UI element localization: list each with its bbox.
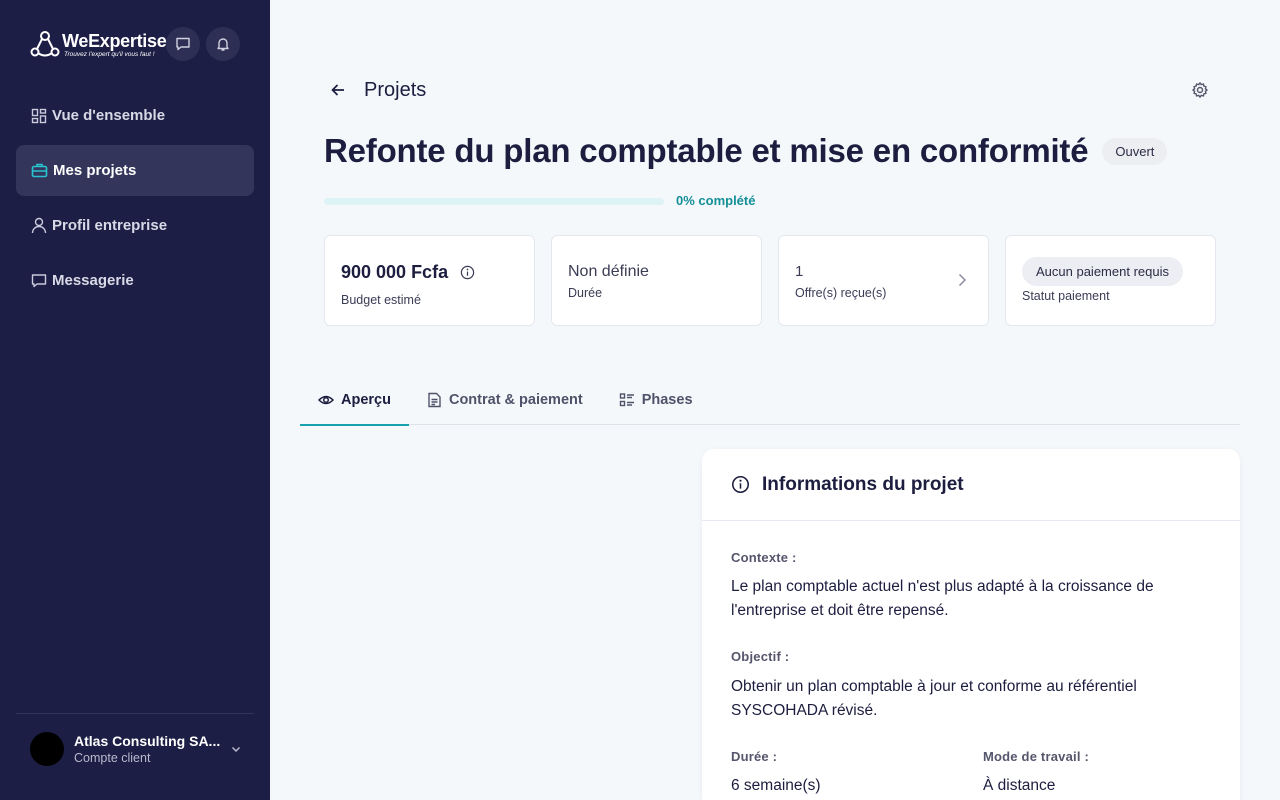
tab-label: Phases bbox=[641, 392, 693, 408]
settings-button[interactable] bbox=[1190, 80, 1210, 100]
duration-value: Non définie bbox=[568, 263, 649, 280]
page-title: Projets bbox=[364, 78, 427, 101]
offers-label: Offre(s) reçue(s) bbox=[795, 286, 887, 300]
status-badge: Ouvert bbox=[1102, 137, 1168, 165]
sidebar-item-company-profile[interactable]: Profil entreprise bbox=[16, 200, 254, 251]
tab-overview[interactable]: Aperçu bbox=[300, 375, 409, 426]
chat-icon bbox=[176, 37, 190, 51]
budget-label: Budget estimé bbox=[341, 293, 421, 307]
payment-status-badge: Aucun paiement requis bbox=[1022, 257, 1183, 286]
brand-tagline: Trouvez l'expert qu'il vous faut ! bbox=[64, 51, 155, 58]
budget-card: 900 000 Fcfa Budget estimé bbox=[324, 235, 535, 326]
gear-icon bbox=[1191, 81, 1209, 99]
back-button[interactable] bbox=[324, 76, 352, 104]
tab-label: Contrat & paiement bbox=[448, 392, 583, 408]
project-title: Refonte du plan comptable et mise en con… bbox=[324, 132, 1089, 169]
dashboard-icon bbox=[31, 108, 47, 123]
messages-button[interactable] bbox=[166, 27, 200, 61]
notifications-button[interactable] bbox=[206, 27, 240, 61]
tab-label: Aperçu bbox=[341, 392, 391, 408]
user-icon bbox=[31, 217, 47, 234]
offers-value: 1 bbox=[795, 263, 804, 280]
duration-field-value: 6 semaine(s) bbox=[731, 777, 821, 794]
project-tabs: Aperçu Contrat & paiement Phases bbox=[300, 375, 1240, 426]
account-role: Compte client bbox=[74, 750, 151, 765]
tab-phases[interactable]: Phases bbox=[601, 375, 711, 425]
context-line-1: Le plan comptable actuel n'est plus adap… bbox=[731, 578, 1154, 595]
sidebar-item-label: Profil entreprise bbox=[52, 217, 168, 234]
info-card-title: Informations du projet bbox=[762, 473, 964, 495]
stat-cards: 900 000 Fcfa Budget estimé Non définie D… bbox=[324, 235, 1232, 326]
bell-icon bbox=[217, 38, 229, 51]
checklist-icon bbox=[619, 393, 634, 407]
sidebar-item-overview[interactable]: Vue d'ensemble bbox=[16, 90, 254, 141]
payment-card: Aucun paiement requis Statut paiement bbox=[1005, 235, 1216, 326]
message-icon bbox=[31, 273, 47, 287]
work-mode-label: Mode de travail : bbox=[983, 749, 1089, 764]
context-line-2: l'entreprise et doit être repensé. bbox=[731, 602, 949, 619]
main-content: Projets Refonte du plan comptable et mis… bbox=[270, 0, 1280, 800]
sidebar-item-label: Messagerie bbox=[52, 272, 134, 289]
info-card-header: Informations du projet bbox=[702, 449, 1240, 521]
budget-value: 900 000 Fcfa bbox=[341, 262, 449, 282]
arrow-left-icon bbox=[331, 84, 344, 96]
duration-card: Non définie Durée bbox=[551, 235, 762, 326]
avatar bbox=[30, 731, 64, 766]
info-icon[interactable] bbox=[460, 265, 475, 280]
duration-field-label: Durée : bbox=[731, 749, 778, 764]
sidebar-item-messaging[interactable]: Messagerie bbox=[16, 255, 254, 306]
eye-icon bbox=[318, 395, 334, 405]
sidebar-nav: Vue d'ensemble Mes projets Profil entrep… bbox=[16, 90, 254, 310]
progress-label: 0% complété bbox=[676, 193, 756, 208]
sidebar-item-label: Vue d'ensemble bbox=[52, 107, 166, 124]
project-info-card: Informations du projet Contexte : Le pla… bbox=[702, 449, 1240, 800]
project-title-row: Refonte du plan comptable et mise en con… bbox=[324, 132, 1168, 170]
document-icon bbox=[428, 392, 441, 408]
sidebar: WeExpertise Trouvez l'expert qu'il vous … bbox=[0, 0, 270, 800]
chevron-down-icon bbox=[231, 746, 241, 752]
page-header: Projets bbox=[324, 76, 426, 104]
sidebar-item-label: Mes projets bbox=[53, 162, 137, 179]
info-icon bbox=[732, 476, 749, 493]
objective-line-2: SYSCOHADA révisé. bbox=[731, 702, 878, 719]
chevron-right-icon bbox=[958, 273, 967, 287]
sidebar-item-projects[interactable]: Mes projets bbox=[16, 145, 254, 196]
context-label: Contexte : bbox=[731, 550, 797, 565]
progress-bar bbox=[324, 198, 664, 205]
briefcase-icon bbox=[31, 163, 48, 178]
objective-label: Objectif : bbox=[731, 649, 790, 664]
payment-label: Statut paiement bbox=[1022, 289, 1110, 303]
offers-card[interactable]: 1 Offre(s) reçue(s) bbox=[778, 235, 989, 326]
brand-logo[interactable]: WeExpertise Trouvez l'expert qu'il vous … bbox=[30, 30, 167, 60]
work-mode-value: À distance bbox=[983, 777, 1056, 794]
account-switcher[interactable]: Atlas Consulting SA... Compte client bbox=[16, 713, 254, 783]
objective-line-1: Obtenir un plan comptable à jour et conf… bbox=[731, 678, 1137, 695]
tab-contract-payment[interactable]: Contrat & paiement bbox=[409, 375, 601, 425]
duration-label: Durée bbox=[568, 286, 603, 300]
logo-icon bbox=[30, 31, 60, 57]
account-name: Atlas Consulting SA... bbox=[74, 732, 221, 749]
brand-name: WeExpertise bbox=[62, 31, 167, 51]
